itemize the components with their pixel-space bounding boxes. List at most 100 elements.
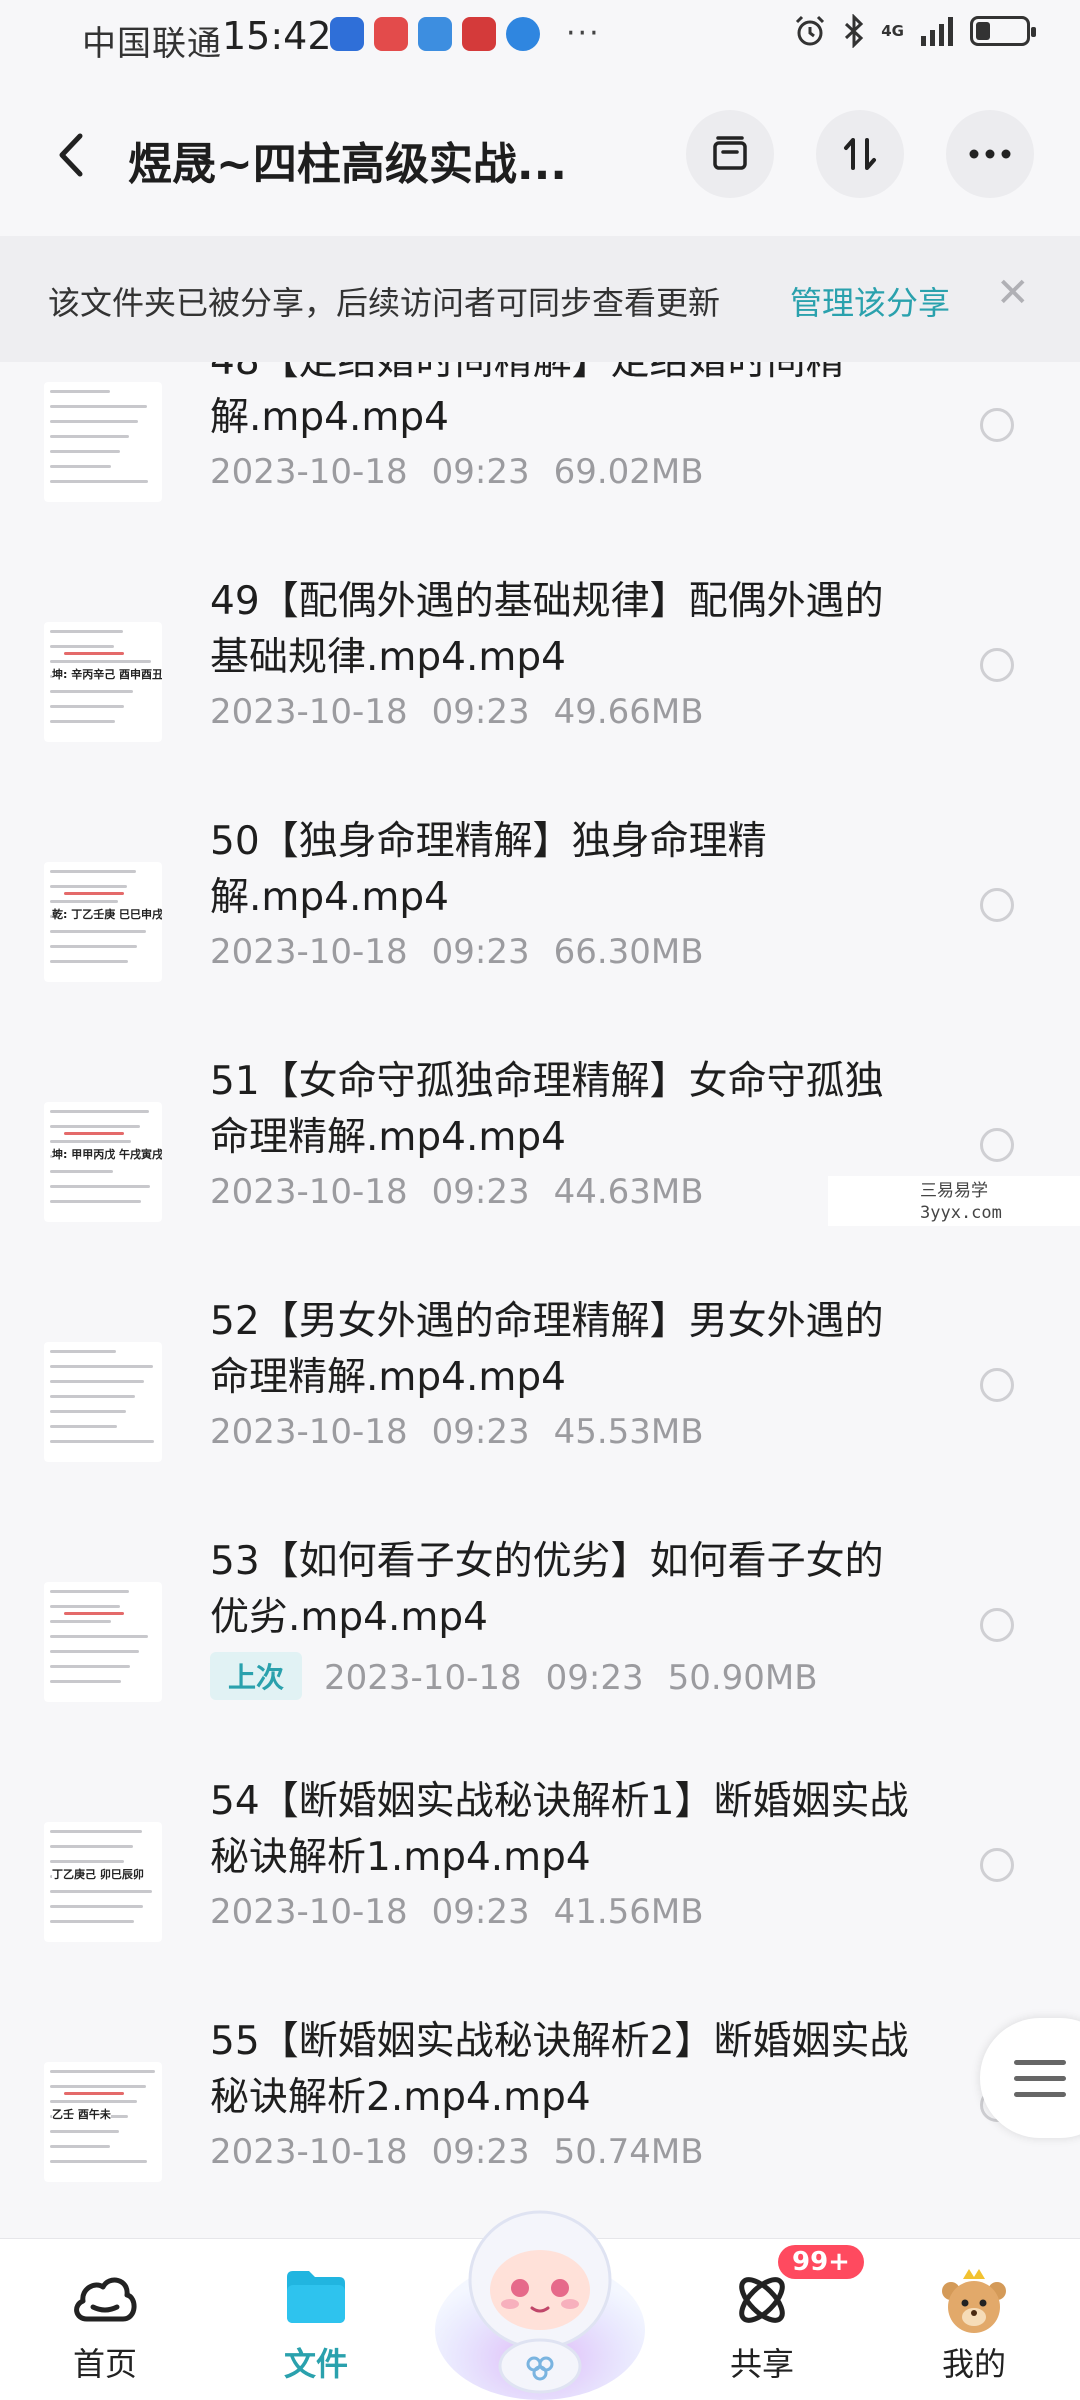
menu-line-icon xyxy=(1014,2060,1066,2065)
thumbnail-text-line xyxy=(50,900,118,903)
file-meta: 2023-10-18 09:23 44.63MB xyxy=(210,1172,704,1212)
file-name: 48【定结婚时间精解】定结婚时间精解.mp4.mp4 xyxy=(210,362,845,440)
select-checkbox[interactable] xyxy=(980,1608,1014,1642)
file-meta: 2023-10-18 09:23 69.02MB xyxy=(210,452,704,492)
thumbnail-text-line xyxy=(50,690,133,693)
thumbnail-text-line xyxy=(50,1665,130,1668)
nav-files[interactable]: 文件 xyxy=(226,2239,406,2400)
thumbnail-text-line xyxy=(50,1905,143,1908)
file-size: 45.53MB xyxy=(553,1412,704,1452)
thumbnail-text-line xyxy=(50,1185,150,1188)
file-name: 53【如何看子女的优劣】如何看子女的优劣.mp4.mp4 xyxy=(210,1539,884,1640)
thumbnail-text-line xyxy=(50,2100,137,2103)
file-time: 09:23 xyxy=(431,1892,530,1932)
more-horizontal-icon xyxy=(969,149,1011,159)
manage-share-link[interactable]: 管理该分享 xyxy=(790,278,950,324)
more-button[interactable] xyxy=(946,110,1034,198)
file-row[interactable]: 坤: 甲甲丙戊 午戌寅戌 51【女命守孤独命理精解】女命守孤独命理精解.mp4.m… xyxy=(0,1046,1080,1291)
file-thumbnail: 坤: 甲甲丙戊 午戌寅戌 xyxy=(44,1102,162,1222)
file-time: 09:23 xyxy=(431,452,530,492)
watermark-line: 三易易学 xyxy=(920,1181,988,1201)
status-icons: 4G xyxy=(793,14,1036,48)
thumbnail-text-line xyxy=(50,885,127,888)
thumbnail-text-line xyxy=(50,1365,153,1368)
file-meta: 2023-10-18 09:23 49.66MB xyxy=(210,692,704,732)
menu-line-icon xyxy=(1014,2092,1066,2097)
back-button[interactable] xyxy=(48,130,98,180)
bluetooth-icon xyxy=(845,14,864,48)
nav-mine[interactable]: 我的 xyxy=(884,2239,1064,2400)
thumbnail-text-line xyxy=(50,2130,119,2133)
select-checkbox[interactable] xyxy=(980,1368,1014,1402)
thumbnail-text-line xyxy=(50,2070,155,2073)
file-time: 09:23 xyxy=(431,932,530,972)
select-button[interactable] xyxy=(686,110,774,198)
file-time: 09:23 xyxy=(431,2132,530,2172)
battery-icon xyxy=(970,16,1036,46)
file-thumbnail: 乾: 丁乙壬庚 巳巳申戌 xyxy=(44,862,162,982)
file-size: 41.56MB xyxy=(553,1892,704,1932)
thumbnail-text-line xyxy=(50,1425,117,1428)
thumbnail-text-line xyxy=(50,1590,129,1593)
last-viewed-badge: 上次 xyxy=(210,1652,303,1700)
alarm-icon xyxy=(796,15,825,46)
thumbnail-text-line xyxy=(50,1170,113,1173)
sort-button[interactable] xyxy=(816,110,904,198)
select-checkbox[interactable] xyxy=(980,1128,1014,1162)
file-size: 69.02MB xyxy=(553,452,704,492)
file-row[interactable]: 52【男女外遇的命理精解】男女外遇的命理精解.mp4.mp4 2023-10-18… xyxy=(0,1286,1080,1531)
thumbnail-text-line xyxy=(50,930,146,933)
thumbnail-text-line xyxy=(50,870,136,873)
thumbnail-text-line xyxy=(50,1680,121,1683)
file-row[interactable]: 53【如何看子女的优劣】如何看子女的优劣.mp4.mp4 上次 2023-10-18… xyxy=(0,1526,1080,1771)
thumbnail-text-line xyxy=(50,1140,131,1143)
file-row[interactable]: 乾: 丁乙壬庚 巳巳申戌 50【独身命理精解】独身命理精解.mp4.mp4 2023… xyxy=(0,806,1080,1051)
thumbnail-text-line xyxy=(50,465,111,468)
file-meta: 2023-10-18 09:23 66.30MB xyxy=(210,932,704,972)
nav-home[interactable]: 首页 xyxy=(15,2239,195,2400)
file-date: 2023-10-18 xyxy=(210,692,408,732)
page-title: 煜晟~四柱高级实战... xyxy=(128,139,568,190)
robot-mascot-icon xyxy=(435,2210,645,2400)
file-thumbnail: 坤: 辛丙辛己 酉申酉丑 xyxy=(44,622,162,742)
thumbnail-text-line xyxy=(50,1350,116,1353)
cloud-home-icon xyxy=(74,2277,137,2322)
thumbnail-annotation xyxy=(64,652,124,655)
nav-share[interactable]: 99+ 共享 xyxy=(672,2239,864,2400)
file-row[interactable]: 48【定结婚时间精解】定结婚时间精解.mp4.mp4 2023-10-18 09:2… xyxy=(0,362,1080,571)
file-meta: 2023-10-18 09:23 50.74MB xyxy=(210,2132,704,2172)
file-meta: 上次 2023-10-18 09:23 50.90MB xyxy=(210,1652,818,1700)
select-checkbox[interactable] xyxy=(980,408,1014,442)
file-name: 54【断婚姻实战秘诀解析1】断婚姻实战秘诀解析1.mp4.mp4 xyxy=(210,1779,909,1880)
thumbnail-text-line xyxy=(50,390,110,393)
thumbnail-text-line xyxy=(50,1890,152,1893)
file-row[interactable]: 坤: 辛丙辛己 酉申酉丑 49【配偶外遇的基础规律】配偶外遇的基础规律.mp4.m… xyxy=(0,566,1080,811)
thumbnail-chart-text: 坤: 甲甲丙戊 午戌寅戌 xyxy=(52,1146,162,1162)
file-list[interactable]: 48【定结婚时间精解】定结婚时间精解.mp4.mp4 2023-10-18 09:2… xyxy=(0,362,1080,2238)
thumbnail-text-line xyxy=(50,1395,135,1398)
share-banner-text: 该文件夹已被分享，后续访问者可同步查看更新 xyxy=(48,284,721,322)
share-orbit-icon xyxy=(739,2277,785,2323)
share-badge: 99+ xyxy=(778,2245,864,2279)
file-size: 66.30MB xyxy=(553,932,704,972)
header: 煜晟~四柱高级实战... xyxy=(0,100,1080,210)
watermark: 三易易学 3yyx.com xyxy=(828,1176,1080,1226)
thumbnail-annotation xyxy=(64,1132,124,1135)
file-time: 09:23 xyxy=(431,1412,530,1452)
thumbnail-text-line xyxy=(50,1440,154,1443)
file-row[interactable]: 丁乙庚己 卯巳辰卯 54【断婚姻实战秘诀解析1】断婚姻实战秘诀解析1.mp4.mp… xyxy=(0,1766,1080,2011)
select-checkbox[interactable] xyxy=(980,1848,1014,1882)
file-thumbnail xyxy=(44,1342,162,1462)
select-checkbox[interactable] xyxy=(980,888,1014,922)
close-icon[interactable]: ✕ xyxy=(996,270,1030,316)
more-notifications-icon: ··· xyxy=(566,16,601,51)
thumbnail-text-line xyxy=(50,405,147,408)
select-checkbox[interactable] xyxy=(980,648,1014,682)
nav-home-label: 首页 xyxy=(72,2345,137,2383)
thumbnail-text-line xyxy=(50,960,128,963)
nav-share-label: 共享 xyxy=(729,2345,794,2383)
assistant-mascot-button[interactable] xyxy=(430,2170,650,2400)
thumbnail-text-line xyxy=(50,480,148,483)
select-box-icon xyxy=(713,136,747,170)
thumbnail-chart-text: 丁乙庚己 卯巳辰卯 xyxy=(52,1866,144,1882)
